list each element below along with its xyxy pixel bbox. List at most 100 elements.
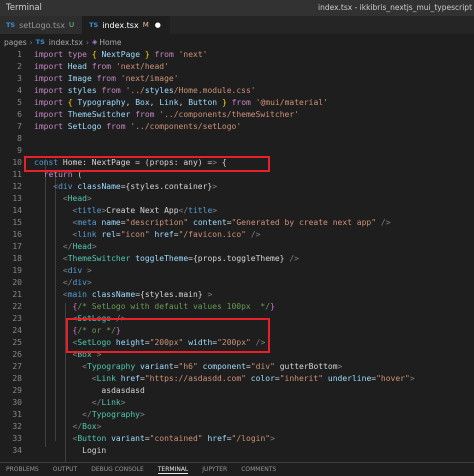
menu-terminal[interactable]: Terminal bbox=[0, 3, 42, 13]
code-text: </Box> bbox=[72, 422, 102, 431]
breadcrumb-folder[interactable]: pages bbox=[4, 38, 27, 47]
panel-tab-output[interactable]: OUTPUT bbox=[53, 466, 77, 473]
line-number: 2 bbox=[17, 62, 22, 71]
line-number: 34 bbox=[12, 446, 22, 455]
line-number: 24 bbox=[12, 326, 22, 335]
chevron-right-icon: › bbox=[29, 37, 33, 47]
panel-tab-terminal[interactable]: TERMINAL bbox=[157, 466, 189, 474]
code-text: import ThemeSwitcher from '../components… bbox=[34, 110, 299, 119]
code-line[interactable]: 32 </Box> bbox=[0, 421, 474, 433]
panel-tab-comments[interactable]: COMMENTS bbox=[241, 466, 276, 473]
code-text: </Link> bbox=[91, 398, 126, 407]
unsaved-dot-icon[interactable]: ● bbox=[155, 21, 161, 29]
typescript-file-icon: TS bbox=[89, 21, 99, 29]
breadcrumb-symbol[interactable]: Home bbox=[99, 38, 121, 47]
code-line[interactable]: 29 asdasdasd bbox=[0, 385, 474, 397]
code-line[interactable]: 20 </div> bbox=[0, 277, 474, 289]
code-line[interactable]: 30 </Link> bbox=[0, 397, 474, 409]
line-number: 26 bbox=[12, 350, 22, 359]
line-number: 5 bbox=[17, 98, 22, 107]
typescript-file-icon: TS bbox=[35, 38, 45, 46]
code-line[interactable]: 33 <Button variant="contained" href="/lo… bbox=[0, 433, 474, 445]
code-line[interactable]: 18 <ThemeSwitcher toggleTheme={props.tog… bbox=[0, 253, 474, 265]
code-line[interactable]: 21 <main className={styles.main} > bbox=[0, 289, 474, 301]
tab-label: index.tsx bbox=[102, 20, 139, 30]
code-line[interactable]: 7 import SetLogo from '../components/setL… bbox=[0, 121, 474, 133]
code-line[interactable]: 2 import Head from 'next/head' bbox=[0, 61, 474, 73]
line-number: 29 bbox=[12, 386, 22, 395]
panel-tab-debug-console[interactable]: DEBUG CONSOLE bbox=[91, 466, 144, 473]
line-number: 1 bbox=[17, 50, 22, 59]
chevron-right-icon: › bbox=[85, 37, 89, 47]
code-text: asdasdasd bbox=[34, 386, 145, 395]
code-line[interactable]: 15 <meta name="description" content="Gen… bbox=[0, 217, 474, 229]
line-number: 13 bbox=[12, 194, 22, 203]
highlight-box-import bbox=[24, 156, 270, 172]
code-line[interactable]: 22 {/* SetLogo with default values 100px… bbox=[0, 301, 474, 313]
code-text: <title>Create Next App</title> bbox=[72, 206, 218, 215]
code-line[interactable]: 6 import ThemeSwitcher from '../component… bbox=[0, 109, 474, 121]
code-text: <Typography variant="h6" component="div"… bbox=[82, 362, 343, 371]
code-text: import Image from 'next/image' bbox=[34, 74, 179, 83]
code-line[interactable]: 8 bbox=[0, 133, 474, 145]
code-line[interactable]: 17 </Head> bbox=[0, 241, 474, 253]
code-line[interactable]: 28 <Link href="https://asdasdd.com" colo… bbox=[0, 373, 474, 385]
code-text: <ThemeSwitcher toggleTheme={props.toggle… bbox=[62, 254, 299, 263]
code-editor[interactable]: 1 import type { NextPage } from 'next' 2 i… bbox=[0, 49, 474, 476]
code-line[interactable]: 14 <title>Create Next App</title> bbox=[0, 205, 474, 217]
code-line[interactable]: 4 import styles from '../styles/Home.modu… bbox=[0, 85, 474, 97]
code-line[interactable]: 3 import Image from 'next/image' bbox=[0, 73, 474, 85]
code-text: <main className={styles.main} > bbox=[62, 290, 213, 299]
code-text: <Head> bbox=[62, 194, 92, 203]
code-text: <link rel="icon" href="/favicon.ico" /> bbox=[72, 230, 261, 239]
line-number: 12 bbox=[12, 182, 22, 191]
line-number: 27 bbox=[12, 362, 22, 371]
code-text: import type { NextPage } from 'next' bbox=[34, 50, 208, 59]
line-number: 22 bbox=[12, 302, 22, 311]
code-line[interactable]: 19 <div > bbox=[0, 265, 474, 277]
line-number: 8 bbox=[17, 134, 22, 143]
line-number: 20 bbox=[12, 278, 22, 287]
line-number: 21 bbox=[12, 290, 22, 299]
line-number: 6 bbox=[17, 110, 22, 119]
code-text: <meta name="description" content="Genera… bbox=[72, 218, 391, 227]
line-number: 14 bbox=[12, 206, 22, 215]
editor-tabs: TS setLogo.tsx U TS index.tsx M ● bbox=[0, 16, 474, 34]
highlight-box-setlogo bbox=[66, 318, 270, 353]
line-number: 32 bbox=[12, 422, 22, 431]
code-line[interactable]: 1 import type { NextPage } from 'next' bbox=[0, 49, 474, 61]
code-text: <Link href="https://asdasdd.com" color="… bbox=[91, 374, 415, 383]
line-number: 16 bbox=[12, 230, 22, 239]
code-line[interactable]: 27 <Typography variant="h6" component="d… bbox=[0, 361, 474, 373]
breadcrumb-file[interactable]: index.tsx bbox=[49, 38, 83, 47]
line-number: 4 bbox=[17, 86, 22, 95]
tab-setlogo[interactable]: TS setLogo.tsx U bbox=[0, 16, 84, 34]
code-text: import { Typography, Box, Link, Button }… bbox=[34, 98, 328, 107]
code-line[interactable]: 34 Login bbox=[0, 445, 474, 457]
code-line[interactable]: 31 </Typography> bbox=[0, 409, 474, 421]
code-text: <Button variant="contained" href="/login… bbox=[72, 434, 275, 443]
title-bar: Terminal index.tsx - ikkibris_nextjs_mui… bbox=[0, 0, 474, 16]
line-number: 19 bbox=[12, 266, 22, 275]
code-line[interactable]: 13 <Head> bbox=[0, 193, 474, 205]
line-number: 31 bbox=[12, 410, 22, 419]
bottom-panel-tabs: PROBLEMS OUTPUT DEBUG CONSOLE TERMINAL J… bbox=[0, 462, 474, 476]
code-line[interactable]: 16 <link rel="icon" href="/favicon.ico" … bbox=[0, 229, 474, 241]
panel-tab-problems[interactable]: PROBLEMS bbox=[6, 466, 39, 473]
code-text: import SetLogo from '../components/setLo… bbox=[34, 122, 242, 131]
code-text: </Head> bbox=[62, 242, 97, 251]
code-text: </Typography> bbox=[82, 410, 145, 419]
tab-label: setLogo.tsx bbox=[19, 20, 65, 30]
breadcrumb: pages › TS index.tsx › ◈ Home bbox=[0, 35, 474, 49]
code-text: <div className={styles.container}> bbox=[53, 182, 218, 191]
code-line[interactable]: 5 import { Typography, Box, Link, Button … bbox=[0, 97, 474, 109]
code-line[interactable]: 12 <div className={styles.container}> bbox=[0, 181, 474, 193]
line-number: 9 bbox=[17, 146, 22, 155]
line-number: 25 bbox=[12, 338, 22, 347]
code-text: import Head from 'next/head' bbox=[34, 62, 169, 71]
untracked-badge: U bbox=[68, 21, 75, 29]
tab-index[interactable]: TS index.tsx M ● bbox=[83, 16, 170, 34]
line-number: 17 bbox=[12, 242, 22, 251]
panel-tab-jupyter[interactable]: JUPYTER bbox=[202, 466, 227, 473]
code-text: <div > bbox=[62, 266, 92, 275]
